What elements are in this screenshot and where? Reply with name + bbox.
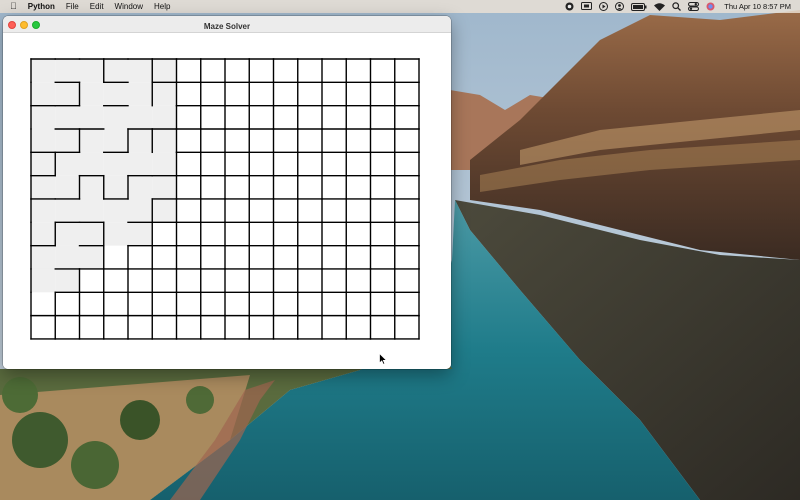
maze-visited-cell: [128, 128, 153, 153]
maze-visited-cell: [79, 198, 104, 223]
menu-edit[interactable]: Edit: [90, 2, 104, 11]
record-icon[interactable]: [565, 2, 574, 11]
maze-visited-cell: [55, 245, 80, 269]
search-icon[interactable]: [672, 2, 682, 11]
menu-clock[interactable]: Thu Apr 10 8:57 PM: [724, 2, 791, 11]
maze-visited-cell: [128, 152, 153, 176]
maze-visited-cell: [128, 105, 153, 129]
menu-window[interactable]: Window: [115, 2, 143, 11]
maze-visited-cell: [103, 152, 128, 176]
maze-visited-cell: [31, 222, 56, 246]
maze-visited-cell: [79, 152, 104, 176]
window-titlebar[interactable]: Maze Solver: [3, 16, 451, 33]
maze-canvas[interactable]: [3, 33, 451, 369]
maze-visited-cell: [55, 105, 80, 129]
close-window-button[interactable]: [8, 20, 16, 29]
maze-visited-cell: [55, 82, 80, 106]
menu-help[interactable]: Help: [154, 2, 170, 11]
maze-visited-cell: [55, 152, 80, 176]
menu-file[interactable]: File: [66, 2, 79, 11]
maze-visited-cell: [55, 59, 80, 83]
maze-visited-cell: [79, 105, 104, 129]
maze-visited-cell: [31, 82, 56, 106]
maze-visited-cell: [152, 198, 177, 223]
maze-visited-cell: [55, 268, 80, 293]
menu-bar:  Python File Edit Window Help: [0, 0, 800, 13]
maze-visited-cell: [31, 175, 56, 199]
maze-visited-cell: [31, 268, 56, 293]
siri-icon[interactable]: [706, 2, 715, 11]
maze-visited-cell: [128, 222, 153, 246]
maze-visited-cell: [128, 82, 153, 106]
maze-visited-cell: [103, 198, 128, 223]
maze-visited-cell: [31, 152, 56, 176]
maze-visited-cell: [55, 222, 80, 246]
maze-visited-cell: [103, 128, 128, 153]
maze-visited-cell: [31, 128, 56, 153]
maze-visited-cell: [31, 59, 56, 83]
maze-visited-cell: [152, 175, 177, 199]
zoom-window-button[interactable]: [32, 20, 40, 29]
maze-visited-cell: [31, 105, 56, 129]
maze-visited-cell: [79, 245, 104, 269]
maze-visited-cell: [152, 59, 177, 83]
maze-visited-cell: [103, 82, 128, 106]
maze-visited-cell: [55, 198, 80, 223]
minimize-window-button[interactable]: [20, 20, 28, 29]
maze-visited-cell: [152, 105, 177, 129]
maze-visited-cell: [128, 175, 153, 199]
maze-visited-cell: [55, 128, 80, 153]
battery-icon[interactable]: [631, 2, 647, 11]
play-icon[interactable]: [599, 2, 609, 11]
maze-visited-cell: [79, 175, 104, 199]
maze-visited-cell: [128, 59, 153, 83]
maze-visited-cell: [103, 59, 128, 83]
maze-visited-cell: [79, 222, 104, 246]
mouse-cursor-icon: [379, 353, 387, 365]
apple-logo-icon[interactable]: : [10, 2, 17, 11]
screen-mirror-icon[interactable]: [581, 2, 593, 11]
user-icon[interactable]: [615, 2, 625, 11]
wifi-icon[interactable]: [654, 2, 666, 11]
maze-visited-cell: [31, 198, 56, 223]
maze-grid: [30, 58, 420, 340]
maze-solver-window: Maze Solver: [3, 16, 451, 369]
maze-visited-cell: [128, 198, 153, 223]
maze-visited-cell: [79, 59, 104, 83]
maze-visited-cell: [152, 82, 177, 106]
maze-visited-cell: [152, 152, 177, 176]
maze-visited-cell: [31, 245, 56, 269]
control-center-icon[interactable]: [688, 2, 700, 11]
maze-visited-cell: [79, 82, 104, 106]
maze-visited-cell: [103, 222, 128, 246]
maze-visited-cell: [103, 105, 128, 129]
window-title: Maze Solver: [203, 22, 251, 31]
maze-visited-cell: [55, 175, 80, 199]
maze-visited-cell: [103, 175, 128, 199]
maze-visited-cell: [79, 128, 104, 153]
menu-app-name[interactable]: Python: [28, 2, 55, 11]
maze-visited-cell: [152, 128, 177, 153]
